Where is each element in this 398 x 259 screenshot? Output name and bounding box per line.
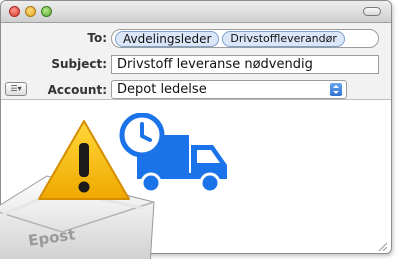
select-arrows-icon: [330, 83, 342, 96]
close-button[interactable]: [9, 6, 20, 17]
to-field[interactable]: Avdelingsleder Drivstoffleverandør: [111, 29, 379, 48]
message-headers: To: Avdelingsleder Drivstoffleverandør Su…: [1, 23, 391, 100]
account-options-button[interactable]: ☰▾: [5, 82, 27, 96]
clock-icon: [119, 113, 165, 158]
recipient-token[interactable]: Avdelingsleder: [115, 31, 220, 47]
delivery-truck-icon: [119, 113, 227, 194]
account-select-value: Depot ledelse: [117, 82, 207, 97]
resize-grip-icon[interactable]: [377, 241, 387, 251]
subject-field[interactable]: Drivstoff leveranse nødvendig: [111, 55, 379, 74]
account-label: Account:: [47, 83, 107, 97]
to-label: To:: [87, 31, 107, 45]
title-bar[interactable]: [1, 1, 391, 23]
account-select[interactable]: Depot ledelse: [111, 80, 347, 99]
minimize-button[interactable]: [25, 6, 36, 17]
zoom-button[interactable]: [41, 6, 52, 17]
recipient-token[interactable]: Drivstoffleverandør: [222, 31, 345, 47]
subject-label: Subject:: [51, 57, 107, 71]
toolbar-toggle-button[interactable]: [363, 7, 381, 16]
